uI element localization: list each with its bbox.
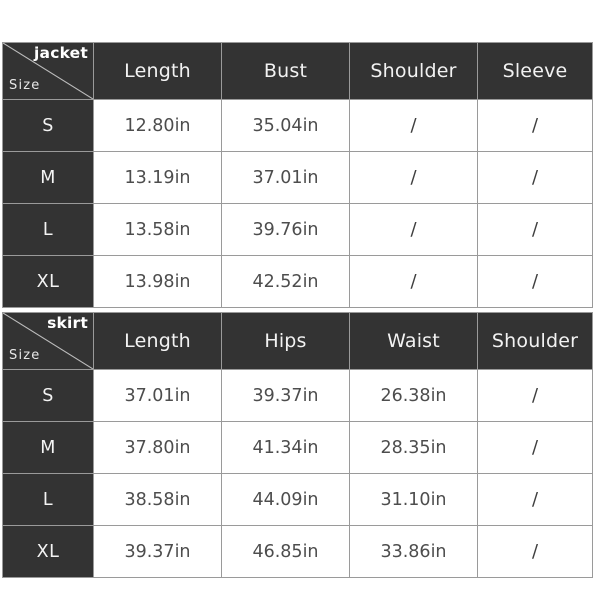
jacket-size-cell-s: S [2, 99, 94, 152]
skirt-s-waist: 26.38in [349, 369, 478, 422]
skirt-category-label: skirt [47, 314, 88, 332]
skirt-column-header-hips: Hips [221, 312, 350, 370]
size-chart-container: jacket Size Length Bust Shoulder Sleeve … [2, 42, 593, 578]
jacket-l-shoulder: / [349, 203, 478, 256]
skirt-size-cell-xl: XL [2, 525, 94, 578]
jacket-xl-shoulder: / [349, 255, 478, 308]
skirt-s-hips: 39.37in [221, 369, 350, 422]
skirt-size-table: skirt Size Length Hips Waist Shoulder S … [2, 312, 593, 578]
jacket-m-sleeve: / [477, 151, 593, 204]
skirt-xl-shoulder: / [477, 525, 593, 578]
jacket-column-header-sleeve: Sleeve [477, 42, 593, 100]
jacket-xl-sleeve: / [477, 255, 593, 308]
jacket-size-cell-m: M [2, 151, 94, 204]
jacket-column-header-length: Length [93, 42, 222, 100]
jacket-table-header-row: jacket Size Length Bust Shoulder Sleeve [2, 42, 593, 100]
skirt-l-shoulder: / [477, 473, 593, 526]
jacket-s-length: 12.80in [93, 99, 222, 152]
table-row: XL 39.37in 46.85in 33.86in / [2, 525, 593, 578]
table-row: M 37.80in 41.34in 28.35in / [2, 421, 593, 474]
skirt-column-header-waist: Waist [349, 312, 478, 370]
skirt-size-cell-m: M [2, 421, 94, 474]
skirt-xl-waist: 33.86in [349, 525, 478, 578]
jacket-s-sleeve: / [477, 99, 593, 152]
skirt-s-length: 37.01in [93, 369, 222, 422]
skirt-s-shoulder: / [477, 369, 593, 422]
skirt-xl-hips: 46.85in [221, 525, 350, 578]
table-row: S 37.01in 39.37in 26.38in / [2, 369, 593, 422]
jacket-l-sleeve: / [477, 203, 593, 256]
skirt-size-cell-l: L [2, 473, 94, 526]
jacket-column-header-shoulder: Shoulder [349, 42, 478, 100]
jacket-column-header-bust: Bust [221, 42, 350, 100]
table-row: L 13.58in 39.76in / / [2, 203, 593, 256]
jacket-m-length: 13.19in [93, 151, 222, 204]
table-row: XL 13.98in 42.52in / / [2, 255, 593, 308]
jacket-xl-length: 13.98in [93, 255, 222, 308]
skirt-m-shoulder: / [477, 421, 593, 474]
skirt-l-waist: 31.10in [349, 473, 478, 526]
jacket-size-table: jacket Size Length Bust Shoulder Sleeve … [2, 42, 593, 308]
jacket-l-bust: 39.76in [221, 203, 350, 256]
jacket-size-cell-l: L [2, 203, 94, 256]
skirt-m-hips: 41.34in [221, 421, 350, 474]
skirt-l-hips: 44.09in [221, 473, 350, 526]
jacket-size-axis-label: Size [9, 77, 41, 93]
skirt-corner-header-cell: skirt Size [2, 312, 94, 370]
skirt-table-header-row: skirt Size Length Hips Waist Shoulder [2, 312, 593, 370]
skirt-size-axis-label: Size [9, 347, 41, 363]
jacket-s-bust: 35.04in [221, 99, 350, 152]
skirt-size-cell-s: S [2, 369, 94, 422]
jacket-category-label: jacket [34, 44, 88, 62]
skirt-m-length: 37.80in [93, 421, 222, 474]
jacket-s-shoulder: / [349, 99, 478, 152]
jacket-xl-bust: 42.52in [221, 255, 350, 308]
table-row: S 12.80in 35.04in / / [2, 99, 593, 152]
skirt-m-waist: 28.35in [349, 421, 478, 474]
skirt-column-header-length: Length [93, 312, 222, 370]
jacket-corner-header-cell: jacket Size [2, 42, 94, 100]
skirt-l-length: 38.58in [93, 473, 222, 526]
jacket-m-bust: 37.01in [221, 151, 350, 204]
jacket-m-shoulder: / [349, 151, 478, 204]
jacket-l-length: 13.58in [93, 203, 222, 256]
table-row: L 38.58in 44.09in 31.10in / [2, 473, 593, 526]
skirt-xl-length: 39.37in [93, 525, 222, 578]
jacket-size-cell-xl: XL [2, 255, 94, 308]
table-row: M 13.19in 37.01in / / [2, 151, 593, 204]
skirt-column-header-shoulder: Shoulder [477, 312, 593, 370]
